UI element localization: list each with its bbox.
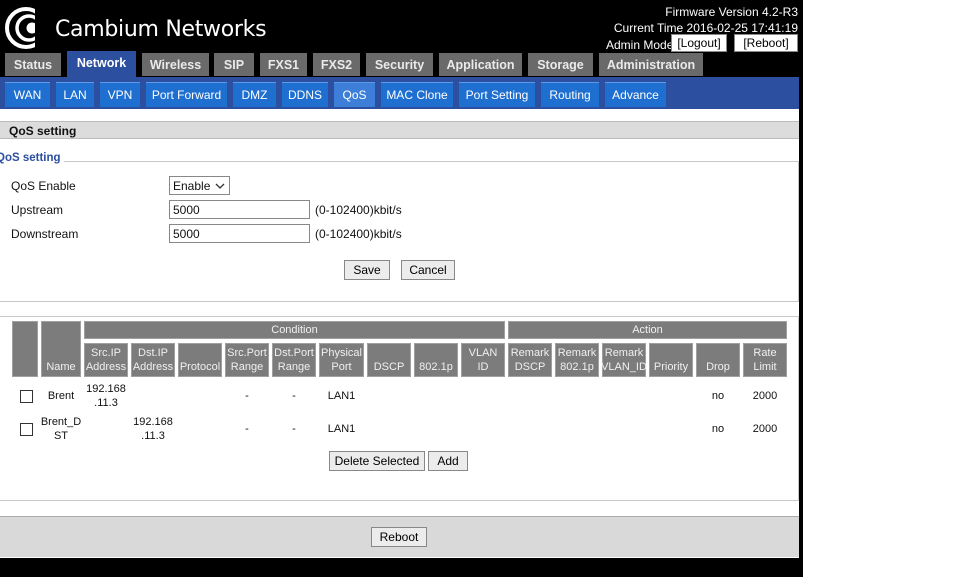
table-cell-src-port: -	[245, 390, 249, 402]
subtab-qos[interactable]: QoS	[334, 82, 375, 107]
table-header: Remark 802.1p	[555, 343, 599, 377]
firmware-version: Firmware Version 4.2-R3	[665, 5, 798, 19]
subtab-dmz[interactable]: DMZ	[233, 82, 276, 107]
logo-text: Cambium Networks	[55, 17, 267, 42]
tab-network[interactable]: Network	[67, 51, 136, 78]
qos-enable-label: QoS Enable	[11, 179, 76, 193]
table-cell-dst-port: -	[292, 390, 296, 402]
subtab-routing[interactable]: Routing	[541, 82, 599, 107]
table-cell-drop: no	[711, 423, 725, 435]
add-button[interactable]: Add	[428, 451, 468, 471]
table-header: VLAN ID	[461, 343, 505, 377]
table-group-condition: Condition	[84, 321, 505, 339]
subtab-advance[interactable]: Advance	[605, 82, 666, 107]
cancel-button[interactable]: Cancel	[401, 260, 455, 280]
logout-button[interactable]: [Logout]	[671, 34, 727, 52]
tab-fxs1[interactable]: FXS1	[260, 53, 307, 76]
fieldset-legend: QoS setting	[0, 152, 64, 164]
header-reboot-button[interactable]: [Reboot]	[734, 34, 798, 52]
table-header: Rate Limit	[743, 343, 787, 377]
chevron-down-icon	[215, 183, 225, 189]
table-header: Protocol	[178, 343, 222, 377]
tab-sip[interactable]: SIP	[214, 53, 254, 76]
table-header-name: Name	[41, 321, 81, 377]
bottom-bar: Reboot	[0, 516, 799, 557]
qos-enable-select[interactable]: Enable	[169, 176, 230, 195]
subtab-vpn[interactable]: VPN	[100, 82, 140, 107]
upstream-input[interactable]: 5000	[169, 200, 310, 219]
table-cell-physical-port: LAN1	[327, 390, 356, 402]
table-cell-rate-limit: 2000	[752, 390, 778, 402]
admin-mode-label: Admin Mode	[606, 38, 674, 52]
delete-selected-button[interactable]: Delete Selected	[329, 451, 425, 471]
subtab-port-forward[interactable]: Port Forward	[146, 82, 227, 107]
app-frame: Cambium Networks Firmware Version 4.2-R3…	[0, 0, 803, 577]
save-button[interactable]: Save	[344, 260, 390, 280]
tab-application[interactable]: Application	[439, 53, 522, 76]
tab-wireless[interactable]: Wireless	[142, 53, 209, 76]
sub-navigation: WAN LAN VPN Port Forward DMZ DDNS QoS MA…	[0, 77, 799, 109]
tab-storage[interactable]: Storage	[528, 53, 593, 76]
downstream-unit: (0-102400)kbit/s	[315, 227, 402, 241]
table-header: Remark VLAN_ID	[601, 343, 647, 377]
table-header: Dst.Port Range	[272, 343, 316, 377]
table-cell-physical-port: LAN1	[327, 423, 356, 435]
downstream-label: Downstream	[11, 227, 79, 241]
table-cell-name: Brent_D ST	[40, 416, 82, 442]
table-header: Priority	[649, 343, 693, 377]
table-header: Physical Port	[319, 343, 364, 377]
subtab-port-setting[interactable]: Port Setting	[459, 82, 535, 107]
tab-administration[interactable]: Administration	[599, 53, 703, 76]
table-cell-src-ip: 192.168 .11.3	[86, 383, 126, 409]
table-cell-name: Brent	[47, 390, 75, 402]
table-header: Remark DSCP	[508, 343, 552, 377]
main-content: QoS setting QoS setting QoS Enable Enabl…	[0, 109, 799, 558]
reboot-button[interactable]: Reboot	[371, 527, 427, 547]
upstream-unit: (0-102400)kbit/s	[315, 203, 402, 217]
table-header: Src.IP Address	[84, 343, 128, 377]
header-info: Firmware Version 4.2-R3 Current Time 201…	[614, 4, 798, 36]
tab-status[interactable]: Status	[5, 53, 61, 76]
table-group-action: Action	[508, 321, 787, 339]
row-checkbox[interactable]	[20, 423, 33, 436]
page-title: QoS setting	[0, 121, 799, 139]
table-cell-drop: no	[711, 390, 725, 402]
table-header: 802.1p	[414, 343, 458, 377]
tab-security[interactable]: Security	[366, 53, 433, 76]
table-header: DSCP	[367, 343, 411, 377]
subtab-mac-clone[interactable]: MAC Clone	[381, 82, 453, 107]
downstream-input[interactable]: 5000	[169, 224, 310, 243]
logo: Cambium Networks	[0, 3, 268, 49]
tab-fxs2[interactable]: FXS2	[313, 53, 360, 76]
table-header: Drop	[696, 343, 740, 377]
table-cell-dst-ip: 192.168 .11.3	[133, 416, 173, 442]
subtab-wan[interactable]: WAN	[5, 82, 50, 107]
table-header: Src.Port Range	[225, 343, 269, 377]
cambium-logo-icon	[5, 7, 47, 49]
table-cell-src-port: -	[245, 423, 249, 435]
table-cell-rate-limit: 2000	[752, 423, 778, 435]
table-header: Dst.IP Address	[131, 343, 175, 377]
table-cell-dst-port: -	[292, 423, 296, 435]
row-checkbox[interactable]	[20, 390, 33, 403]
subtab-ddns[interactable]: DDNS	[282, 82, 328, 107]
qos-enable-value: Enable	[173, 179, 211, 193]
upstream-label: Upstream	[11, 203, 64, 217]
subtab-lan[interactable]: LAN	[56, 82, 94, 107]
table-header-select	[12, 321, 38, 377]
